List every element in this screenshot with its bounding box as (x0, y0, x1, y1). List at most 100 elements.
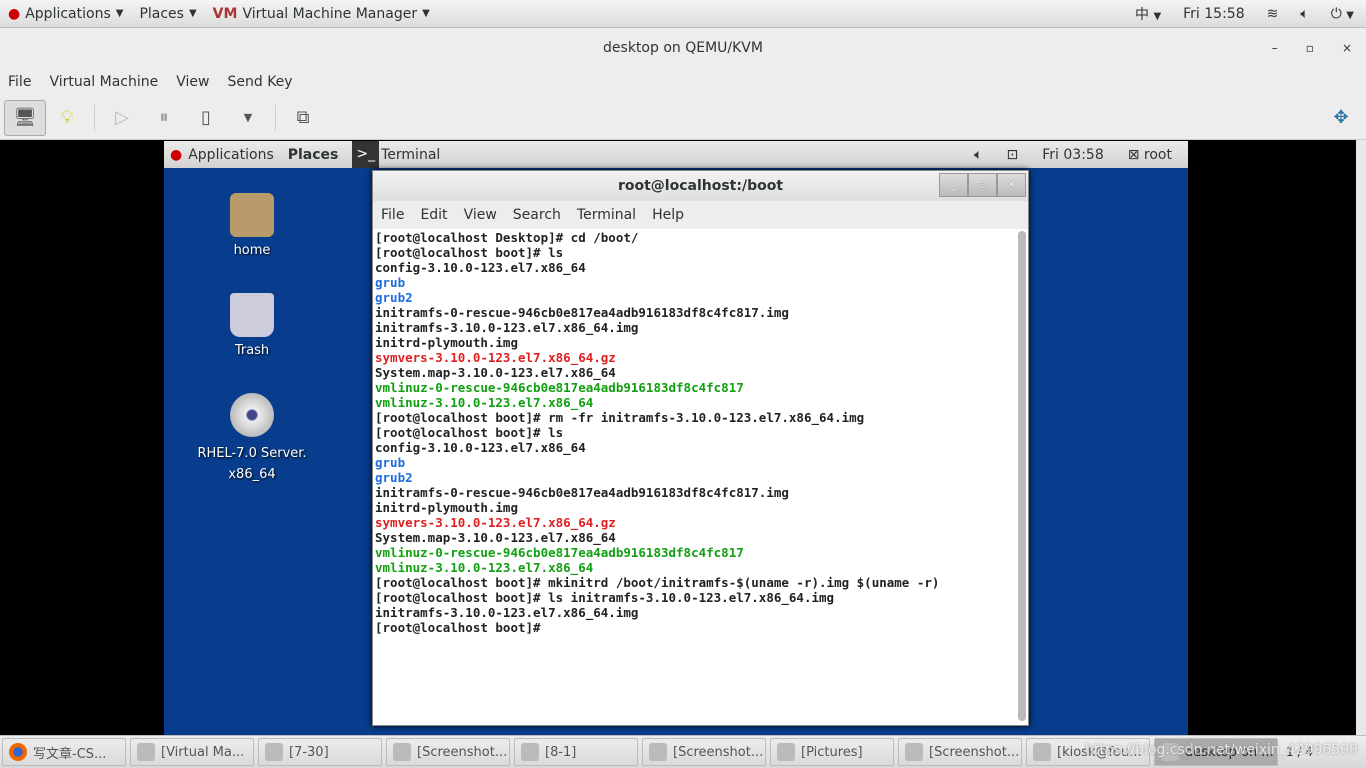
guest-terminal-app[interactable]: Terminal (381, 147, 440, 163)
terminal-line: initramfs-0-rescue-946cb0e817ea4adb91618… (375, 305, 789, 320)
terminal-line: vmlinuz-3.10.0-123.el7.x86_64 (375, 560, 594, 575)
dropdown-icon: ▼ (243, 111, 253, 124)
terminal-line: initrd-plymouth.img (375, 500, 518, 515)
menu-edit[interactable]: Edit (420, 207, 447, 223)
user-icon: ⊠ (1127, 146, 1140, 163)
pause-icon: ⏸︎ (159, 107, 169, 128)
taskbar: 写文章-CS... [Virtual Ma... [7-30] [Screenshot… (0, 735, 1366, 768)
terminal-line: symvers-3.10.0-123.el7.x86_64.gz (375, 515, 616, 530)
window-icon (137, 743, 155, 761)
terminal-line: initramfs-3.10.0-123.el7.x86_64.img (375, 605, 639, 620)
volume-icon[interactable]: 🔈︎ (974, 147, 982, 163)
terminal-line: vmlinuz-0-rescue-946cb0e817ea4adb916183d… (375, 380, 744, 395)
taskbar-item[interactable]: [8-1] (514, 738, 638, 766)
top-panel: ● Applications ▼ Places ▼ VM Virtual Machine… (0, 0, 1366, 28)
network-icon[interactable]: ⊡ (1007, 147, 1019, 163)
menu-view[interactable]: View (176, 74, 209, 90)
desktop-icon-dvd[interactable]: RHEL-7.0 Server. x86_64 (192, 393, 312, 485)
terminal-line: symvers-3.10.0-123.el7.x86_64.gz (375, 350, 616, 365)
taskbar-item[interactable]: [7-30] (258, 738, 382, 766)
taskbar-item[interactable]: 写文章-CS... (2, 738, 126, 766)
terminal-line: grub2 (375, 290, 413, 305)
power-icon[interactable]: ⏻ ▼ (1331, 6, 1354, 22)
window-title: desktop on QEMU/KVM (603, 40, 763, 56)
terminal-line: initramfs-0-rescue-946cb0e817ea4adb91618… (375, 485, 789, 500)
menu-search[interactable]: Search (513, 207, 561, 223)
terminal-line: [root@localhost boot]# ls initramfs-3.10… (375, 590, 835, 605)
close-button[interactable]: × (1342, 28, 1352, 68)
console-button[interactable]: 🖥︎ (4, 99, 46, 136)
terminal-titlebar: root@localhost:/boot _ ▫ ✕ (373, 171, 1028, 201)
guest-clock[interactable]: Fri 03:58 (1042, 147, 1103, 163)
terminal-menubar: File Edit View Search Terminal Help (373, 201, 1028, 229)
desktop-icon-home[interactable]: home (192, 193, 312, 258)
terminal-line: vmlinuz-0-rescue-946cb0e817ea4adb916183d… (375, 545, 744, 560)
screens-icon: ⧉ (296, 107, 310, 128)
minimize-button[interactable]: _ (939, 173, 968, 197)
shutdown-dropdown[interactable]: ▼ (227, 100, 269, 136)
virt-manager-icon: VM (212, 5, 238, 22)
terminal-window: root@localhost:/boot _ ▫ ✕ File Edit View … (372, 170, 1029, 726)
menu-view[interactable]: View (464, 207, 497, 223)
details-button[interactable]: 💡︎ (46, 100, 88, 136)
window-icon (905, 743, 923, 761)
terminal-line: initrd-plymouth.img (375, 335, 518, 350)
menu-help[interactable]: Help (652, 207, 684, 223)
terminal-line: initramfs-3.10.0-123.el7.x86_64.img (375, 320, 639, 335)
terminal-line: System.map-3.10.0-123.el7.x86_64 (375, 530, 616, 545)
trash-icon (230, 293, 274, 337)
terminal-line: [root@localhost boot]# rm -fr initramfs-… (375, 410, 865, 425)
window-icon (649, 743, 667, 761)
desktop-icon-trash[interactable]: Trash (192, 293, 312, 358)
maximize-button[interactable]: ▫ (968, 173, 997, 197)
terminal-line: [root@localhost boot]# ls (375, 425, 564, 440)
taskbar-item[interactable]: [Virtual Ma... (130, 738, 254, 766)
terminal-line: [root@localhost boot]# (375, 620, 549, 635)
guest-user-menu[interactable]: ⊠ root (1128, 147, 1172, 163)
maximize-button[interactable]: ▫ (1306, 28, 1314, 68)
guest-top-panel: ● Applications Places >_ Terminal 🔈︎ ⊡ F… (164, 141, 1188, 168)
menu-file[interactable]: File (381, 207, 404, 223)
minimize-button[interactable]: – (1272, 28, 1278, 68)
terminal-line: grub (375, 455, 406, 470)
folder-icon (230, 193, 274, 237)
applications-menu[interactable]: ● Applications ▼ (8, 6, 123, 22)
clock[interactable]: Fri 15:58 (1183, 6, 1244, 22)
taskbar-item[interactable]: [Screenshot... (386, 738, 510, 766)
app-menu[interactable]: VM Virtual Machine Manager ▼ (213, 6, 430, 22)
places-menu[interactable]: Places ▼ (139, 6, 196, 22)
redhat-icon: ● (8, 5, 21, 22)
pause-button[interactable]: ⏸︎ (143, 100, 185, 136)
terminal-line: config-3.10.0-123.el7.x86_64 (375, 440, 586, 455)
window-icon (521, 743, 539, 761)
wifi-icon[interactable]: ≋ (1267, 6, 1279, 22)
snapshots-button[interactable]: ⧉ (282, 100, 324, 136)
menu-virtual-machine[interactable]: Virtual Machine (49, 74, 158, 90)
run-button[interactable]: ▷ (101, 100, 143, 136)
scrollbar[interactable] (1356, 140, 1366, 735)
watermark: https://blog.csdn.net/weixin_42996500 (1085, 742, 1359, 758)
fullscreen-button[interactable]: ✥ (1320, 100, 1362, 136)
taskbar-item[interactable]: [Screenshot... (642, 738, 766, 766)
terminal-output[interactable]: [root@localhost Desktop]# cd /boot/ [root… (373, 229, 1016, 725)
terminal-line: [root@localhost Desktop]# cd /boot/ (375, 230, 639, 245)
window-icon (1033, 743, 1051, 761)
taskbar-item[interactable]: [Pictures] (770, 738, 894, 766)
input-method[interactable]: 中 ▼ (1135, 4, 1161, 24)
volume-icon[interactable]: 🔈︎ (1300, 6, 1308, 22)
terminal-icon: >_ (352, 141, 380, 168)
close-button[interactable]: ✕ (997, 173, 1026, 197)
guest-places-menu[interactable]: Places (288, 147, 339, 163)
guest-applications-menu[interactable]: Applications (188, 147, 274, 163)
guest-screen[interactable]: ● Applications Places >_ Terminal 🔈︎ ⊡ F… (164, 141, 1188, 735)
scrollbar[interactable] (1018, 231, 1026, 721)
window-icon (777, 743, 795, 761)
menu-file[interactable]: File (8, 74, 31, 90)
redhat-icon: ● (170, 146, 183, 163)
shutdown-button[interactable]: ▯ (185, 100, 227, 136)
menu-send-key[interactable]: Send Key (227, 74, 292, 90)
play-icon: ▷ (115, 107, 129, 128)
menu-terminal[interactable]: Terminal (577, 207, 636, 223)
window-icon (393, 743, 411, 761)
taskbar-item[interactable]: [Screenshot... (898, 738, 1022, 766)
